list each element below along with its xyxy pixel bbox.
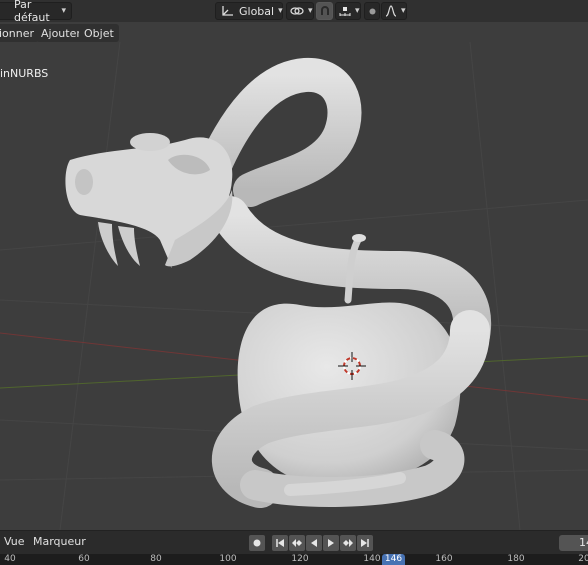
current-frame-field[interactable]: 14 — [559, 535, 588, 551]
timeline-header: Vue Marqueur 14 — [0, 530, 588, 554]
snake-upper-loop — [198, 58, 362, 207]
ruler-tick: 180 — [507, 554, 525, 564]
ruler-tick: 140 — [363, 554, 381, 564]
ruler-tick: 160 — [435, 554, 453, 564]
pivot-point-dropdown[interactable]: ▾ — [286, 2, 314, 20]
jump-end-icon — [361, 539, 369, 547]
viewport-scene — [0, 42, 588, 530]
view-menu[interactable]: Vue — [4, 535, 25, 548]
jump-to-end-button[interactable] — [357, 535, 373, 551]
prev-keyframe-icon — [292, 539, 302, 547]
select-menu-label: ionner — [0, 26, 35, 40]
link-pivot-icon — [290, 5, 304, 17]
ruler-tick: 20 — [578, 554, 588, 564]
object-menu[interactable]: Objet — [79, 24, 119, 42]
viewport-header: Par défaut ▾ Global ▾ ▾ ▾ ▾ — [0, 0, 588, 24]
next-keyframe-button[interactable] — [340, 535, 356, 551]
ruler-tick: 100 — [219, 554, 237, 564]
ruler-tick: 120 — [291, 554, 309, 564]
record-button[interactable] — [249, 535, 265, 551]
object-menu-label: Objet — [84, 26, 114, 40]
snap-toggle[interactable] — [316, 2, 333, 20]
view-preset-label: Par défaut — [14, 0, 50, 24]
ruler-tick: 40 — [4, 554, 16, 564]
snake-fang-1 — [98, 222, 118, 266]
3d-viewport[interactable]: inNURBS — [0, 42, 588, 530]
active-object-name: inNURBS — [0, 67, 49, 80]
viewport-menubar: ionner Ajouter Objet — [0, 22, 588, 42]
timeline-ruler[interactable]: 40 60 80 100 120 140 160 180 20 — [0, 554, 588, 565]
prev-keyframe-button[interactable] — [289, 535, 305, 551]
snap-magnet-icon — [319, 5, 331, 17]
ruler-tick: 80 — [150, 554, 162, 564]
record-icon — [253, 539, 261, 547]
marker-menu[interactable]: Marqueur — [33, 535, 86, 548]
proportional-edit-icon — [368, 7, 377, 16]
play-button[interactable] — [323, 535, 339, 551]
snake-eye-ridge — [130, 133, 170, 151]
proportional-edit-toggle[interactable] — [364, 2, 380, 20]
playback-controls — [249, 535, 373, 551]
chevron-down-icon: ▾ — [308, 6, 313, 16]
chevron-down-icon: ▾ — [355, 6, 360, 16]
chevron-down-icon: ▾ — [401, 6, 406, 16]
snake-head — [65, 137, 233, 268]
transform-orientation-label: Global — [239, 4, 275, 18]
jump-to-start-button[interactable] — [272, 535, 288, 551]
jump-start-icon — [276, 539, 284, 547]
playhead-frame-indicator[interactable]: 146 — [382, 554, 405, 565]
snap-increment-icon — [339, 5, 351, 17]
play-reverse-button[interactable] — [306, 535, 322, 551]
apple-stem-tip — [352, 234, 366, 242]
add-menu-label: Ajouter — [41, 26, 81, 40]
snake-fang-2 — [118, 226, 140, 266]
snap-target-dropdown[interactable]: ▾ — [335, 2, 361, 20]
play-reverse-icon — [311, 539, 317, 547]
chevron-down-icon: ▾ — [61, 6, 66, 16]
snake-nostril — [75, 169, 93, 195]
falloff-dropdown[interactable]: ▾ — [381, 2, 407, 20]
view-preset-dropdown[interactable]: Par défaut ▾ — [0, 0, 72, 24]
select-menu[interactable]: ionner — [0, 24, 40, 42]
play-icon — [328, 539, 334, 547]
transform-orientation-icon — [221, 5, 235, 17]
chevron-down-icon: ▾ — [278, 6, 283, 16]
ruler-tick: 60 — [78, 554, 90, 564]
falloff-curve-icon — [385, 5, 397, 17]
next-keyframe-icon — [343, 539, 353, 547]
transform-orientation-dropdown[interactable]: Global ▾ — [215, 2, 283, 20]
